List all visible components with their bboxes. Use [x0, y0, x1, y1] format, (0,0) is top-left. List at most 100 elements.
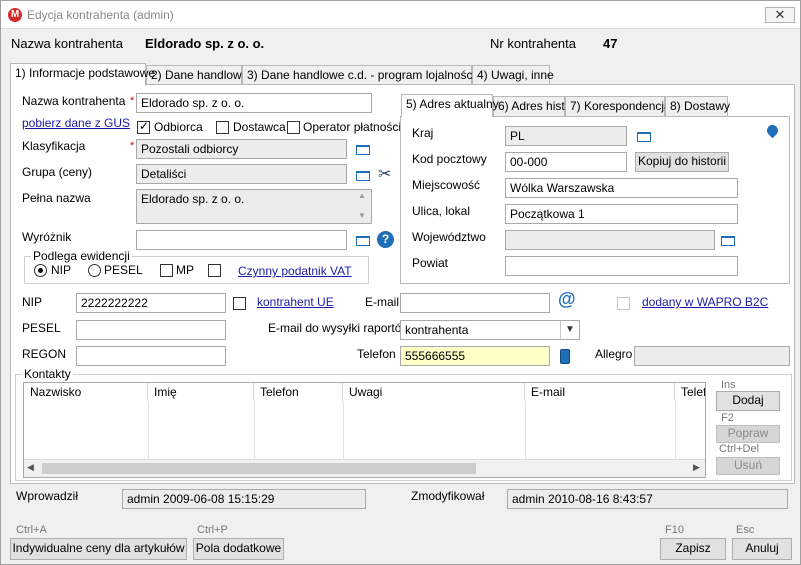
tab-adres-aktualny[interactable]: 5) Adres aktualny: [401, 94, 499, 117]
divider: [343, 401, 344, 459]
folder-icon[interactable]: [356, 145, 370, 155]
contacts-table[interactable]: Nazwisko Imię Telefon Uwagi E-mail Telef…: [23, 382, 706, 478]
pesel-radio[interactable]: [88, 264, 101, 277]
nazwa-input[interactable]: Eldorado sp. z o. o.: [136, 93, 372, 113]
esc-hint: Esc: [736, 524, 755, 536]
title-bar: M Edycja kontrahenta (admin) ✕: [1, 1, 800, 29]
gus-link[interactable]: pobierz dane z GUS: [22, 116, 130, 130]
kod-input[interactable]: 00-000: [505, 152, 627, 172]
header-name-label: Nazwa kontrahenta: [11, 36, 124, 51]
email-input[interactable]: [400, 293, 550, 313]
save-button[interactable]: Zapisz: [660, 538, 726, 560]
scroll-up-icon[interactable]: ▲: [358, 191, 366, 200]
ins-hint: Ins: [721, 379, 736, 391]
ctrl-p-hint: Ctrl+P: [197, 524, 228, 536]
col-email[interactable]: E-mail: [525, 383, 675, 401]
folder-icon[interactable]: [721, 236, 735, 246]
vat-link[interactable]: Czynny podatnik VAT: [238, 264, 352, 278]
mp-checkbox[interactable]: [160, 264, 173, 277]
regon-input[interactable]: [76, 346, 226, 366]
help-icon[interactable]: ?: [377, 231, 394, 248]
odbiorca-label: Odbiorca: [154, 120, 203, 134]
divider: [148, 401, 149, 459]
tab-korespondencja[interactable]: 7) Korespondencja: [565, 96, 671, 116]
allegro-input[interactable]: [634, 346, 790, 366]
col-imie[interactable]: Imię: [148, 383, 254, 401]
folder-icon[interactable]: [356, 236, 370, 246]
wprowadzil-value: admin 2009-06-08 15:15:29: [122, 489, 366, 509]
add-contact-button[interactable]: Dodaj: [716, 391, 780, 411]
zmodyfikowal-value: admin 2010-08-16 8:43:57: [507, 489, 788, 509]
email-at-icon[interactable]: @: [558, 289, 576, 310]
chevron-down-icon[interactable]: ▼: [560, 321, 579, 339]
grupa-label: Grupa (ceny): [22, 165, 93, 179]
vat-checkbox[interactable]: [208, 264, 221, 277]
wapro-link[interactable]: dodany w WAPRO B2C: [642, 295, 768, 309]
kraj-label: Kraj: [412, 126, 434, 140]
scroll-left-icon[interactable]: ◀: [27, 462, 34, 473]
folder-icon[interactable]: [356, 171, 370, 181]
ctrl-del-hint: Ctrl+Del: [719, 443, 760, 455]
pesel-radio-label: PESEL: [104, 263, 143, 277]
tab-dane-handlowe[interactable]: 2) Dane handlowe: [146, 65, 248, 85]
scrollbar-thumb[interactable]: [42, 463, 476, 474]
nazwa-label: Nazwa kontrahenta: [22, 94, 126, 108]
phone-icon[interactable]: [560, 349, 570, 364]
tab-uwagi-inne[interactable]: 4) Uwagi, inne: [472, 65, 554, 85]
tab-adres-hist[interactable]: 6) Adres hist.: [493, 96, 568, 116]
delete-contact-button[interactable]: Usuń: [716, 457, 780, 475]
email-label: E-mail: [365, 295, 400, 309]
grupa-input[interactable]: Detaliści: [136, 164, 347, 184]
extra-fields-button[interactable]: Pola dodatkowe: [193, 538, 284, 560]
nip-input[interactable]: 2222222222: [76, 293, 226, 313]
f2-hint: F2: [721, 412, 734, 424]
edit-contact-button[interactable]: Popraw: [716, 425, 780, 443]
kraj-input[interactable]: PL: [505, 126, 627, 146]
tab-dostawy[interactable]: 8) Dostawy: [665, 96, 730, 116]
nip-radio[interactable]: [34, 264, 47, 277]
telefon-input[interactable]: 555666555: [400, 346, 550, 366]
wojewodztwo-input[interactable]: [505, 230, 715, 250]
cancel-button[interactable]: Anuluj: [732, 538, 792, 560]
wyroznik-input[interactable]: [136, 230, 347, 250]
wapro-checkbox: [617, 297, 630, 310]
powiat-input[interactable]: [505, 256, 738, 276]
ue-checkbox[interactable]: [233, 297, 246, 310]
evidence-legend: Podlega ewidencji: [31, 249, 132, 263]
klasyfikacja-input[interactable]: Pozostali odbiorcy: [136, 139, 347, 159]
col-uwagi[interactable]: Uwagi: [343, 383, 525, 401]
ulica-input[interactable]: Początkowa 1: [505, 204, 738, 224]
pesel-input[interactable]: [76, 320, 226, 340]
miejscowosc-input[interactable]: Wólka Warszawska: [505, 178, 738, 198]
email-raport-select[interactable]: kontrahenta: [400, 320, 580, 340]
wojewodztwo-label: Województwo: [412, 230, 486, 244]
tab-dane-handlowe-lojalnosc[interactable]: 3) Dane handlowe c.d. - program lojalnoś…: [242, 65, 496, 85]
close-button[interactable]: ✕: [765, 7, 795, 23]
klasyfikacja-label: Klasyfikacja: [22, 139, 86, 153]
ue-link[interactable]: kontrahent UE: [257, 295, 334, 309]
individual-prices-button[interactable]: Indywidualne ceny dla artykułów: [10, 538, 187, 560]
scroll-right-icon[interactable]: ▶: [693, 462, 700, 473]
pelna-nazwa-textarea[interactable]: Eldorado sp. z o. o.: [136, 189, 372, 224]
dostawca-checkbox[interactable]: [216, 121, 229, 134]
nip-radio-label: NIP: [51, 263, 72, 277]
operator-checkbox[interactable]: [287, 121, 300, 134]
copy-to-history-button[interactable]: Kopiuj do historii: [635, 152, 729, 172]
nip-label: NIP: [22, 295, 43, 309]
map-pin-icon[interactable]: [764, 122, 781, 139]
col-nazwisko[interactable]: Nazwisko: [24, 383, 148, 401]
contacts-legend: Kontakty: [22, 367, 73, 381]
scroll-down-icon[interactable]: ▼: [358, 211, 366, 220]
horizontal-scrollbar[interactable]: ◀ ▶: [24, 459, 705, 477]
scissors-icon[interactable]: ✂: [378, 164, 391, 184]
col-telefon[interactable]: Telefon: [254, 383, 343, 401]
email-raport-label: E-mail do wysyłki raportów: [268, 321, 411, 335]
odbiorca-checkbox[interactable]: [137, 119, 150, 134]
zmodyfikowal-label: Zmodyfikował: [411, 489, 485, 503]
folder-icon[interactable]: [637, 132, 651, 142]
tab-informacje-podstawowe[interactable]: 1) Informacje podstawowe: [10, 63, 155, 86]
col-telefon-2[interactable]: Telef: [675, 383, 705, 401]
operator-label: Operator płatności: [303, 120, 402, 134]
required-mark: *: [130, 140, 135, 152]
regon-label: REGON: [22, 347, 67, 361]
